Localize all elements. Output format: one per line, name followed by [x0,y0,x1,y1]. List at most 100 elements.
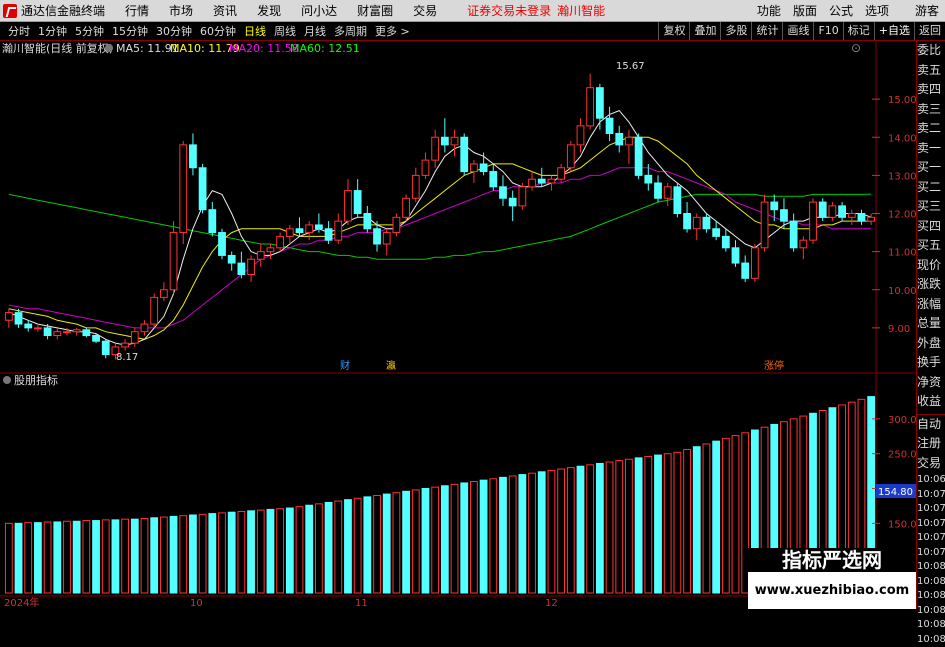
side-item-1[interactable]: 卖五 [917,61,945,81]
period-weekly[interactable]: 周线 [270,23,300,39]
candle-body [102,341,109,354]
login-notice[interactable]: 证券交易未登录 [467,2,551,19]
indicator-bar [73,521,80,593]
side-lower-2[interactable]: 交易 [917,454,945,474]
stock-period-label: 瀚川智能(日线 前复权) [2,41,113,55]
settings-dot-icon[interactable] [105,44,113,52]
candle-body [858,214,865,222]
side-item-4[interactable]: 卖二 [917,119,945,139]
side-item-3[interactable]: 卖三 [917,100,945,120]
candle-body [596,88,603,119]
menu-faxian[interactable]: 发现 [247,2,291,19]
indicator-bar [616,461,623,593]
user-guest[interactable]: 游客 [909,2,945,19]
side-lower-0[interactable]: 自动 [917,415,945,435]
side-item-10[interactable]: 买五 [917,236,945,256]
menu-jiaoyi[interactable]: 交易 [403,2,447,19]
side-time-0: 10:06 [917,473,945,488]
menu-banmian[interactable]: 版面 [787,2,823,19]
candle-body [587,88,594,126]
indicator-bar [190,515,197,593]
menu-hangqing[interactable]: 行情 [115,2,159,19]
indicator-bar [83,521,90,593]
btn-tongji[interactable]: 统计 [751,22,782,40]
candle-body [160,290,167,298]
btn-duogu[interactable]: 多股 [720,22,751,40]
indicator-bar [703,444,710,593]
side-item-13[interactable]: 涨幅 [917,295,945,315]
period-fenshi[interactable]: 分时 [4,23,34,39]
side-item-15[interactable]: 外盘 [917,334,945,354]
period-1min[interactable]: 1分钟 [34,23,71,39]
x-label-10: 10 [190,598,203,609]
candle-body [315,225,322,229]
side-item-7[interactable]: 买二 [917,178,945,198]
event-marker-cai[interactable]: 财 [340,359,350,372]
side-item-9[interactable]: 买四 [917,217,945,237]
candle-body [616,133,623,144]
menu-caifuquan[interactable]: 财富圈 [347,2,403,19]
indicator-bar [480,480,487,593]
btn-f10[interactable]: F10 [813,22,842,40]
btn-diejia[interactable]: 叠加 [689,22,720,40]
event-marker-zhangting[interactable]: 涨停 [764,359,784,372]
collapse-icon[interactable]: ⊙ [851,41,861,55]
candle-body [703,217,710,228]
side-time-7: 10:08 [917,575,945,590]
side-time-11: 10:08 [917,633,945,647]
side-item-5[interactable]: 卖一 [917,139,945,159]
period-multi[interactable]: 多周期 [330,23,371,39]
period-5min[interactable]: 5分钟 [71,23,108,39]
btn-biaoji[interactable]: 标记 [843,22,874,40]
menu-gongneng[interactable]: 功能 [751,2,787,19]
period-monthly[interactable]: 月线 [300,23,330,39]
btn-fuquan[interactable]: 复权 [658,22,689,40]
period-more[interactable]: 更多 > [371,23,414,39]
candle-body [441,137,448,145]
watermark-url: www.xuezhibiao.com [748,572,916,609]
indicator-bar [141,518,148,593]
side-item-16[interactable]: 换手 [917,353,945,373]
ind-tick-label: 150.0 [888,519,916,530]
btn-add-favorite[interactable]: +自选 [874,22,914,40]
period-30min[interactable]: 30分钟 [152,23,196,39]
btn-fanhui[interactable]: 返回 [914,22,945,40]
side-item-18[interactable]: 收益 [917,392,945,412]
candle-body [548,179,555,183]
period-15min[interactable]: 15分钟 [108,23,152,39]
event-marker-yan[interactable]: 瀛 [386,359,396,372]
ma5-line [9,111,871,345]
side-item-2[interactable]: 卖四 [917,80,945,100]
btn-huaxian[interactable]: 画线 [782,22,813,40]
indicator-bar [248,511,255,593]
period-daily[interactable]: 日线 [240,23,270,39]
indicator-bar [102,520,109,593]
candle-body [277,236,284,247]
price-tick-label: 12.00 [888,210,916,221]
side-item-0[interactable]: 委比 [917,41,945,61]
side-lower-1[interactable]: 注册 [917,434,945,454]
indicator-bar [180,516,187,593]
menu-gongshi[interactable]: 公式 [823,2,859,19]
indicator-settings-icon[interactable] [3,376,11,384]
side-item-14[interactable]: 总量 [917,314,945,334]
menu-shichang[interactable]: 市场 [159,2,203,19]
menu-wenxiaoda[interactable]: 问小达 [291,2,347,19]
period-60min[interactable]: 60分钟 [196,23,240,39]
candle-body [500,187,507,198]
candle-body [868,217,875,221]
kline-chart[interactable]: 15.0014.0013.0012.0011.0010.009.00300.02… [0,41,916,609]
price-tick-label: 9.00 [888,324,910,335]
indicator-bar [238,512,245,593]
indicator-bar [664,454,671,593]
side-item-11[interactable]: 现价 [917,256,945,276]
side-time-8: 10:08 [917,589,945,604]
candle-body [713,229,720,237]
side-item-12[interactable]: 涨跌 [917,275,945,295]
side-item-8[interactable]: 买三 [917,197,945,217]
menu-xuanxiang[interactable]: 选项 [859,2,895,19]
side-item-6[interactable]: 买一 [917,158,945,178]
indicator-bar [345,500,352,593]
side-item-17[interactable]: 净资 [917,373,945,393]
menu-zixun[interactable]: 资讯 [203,2,247,19]
